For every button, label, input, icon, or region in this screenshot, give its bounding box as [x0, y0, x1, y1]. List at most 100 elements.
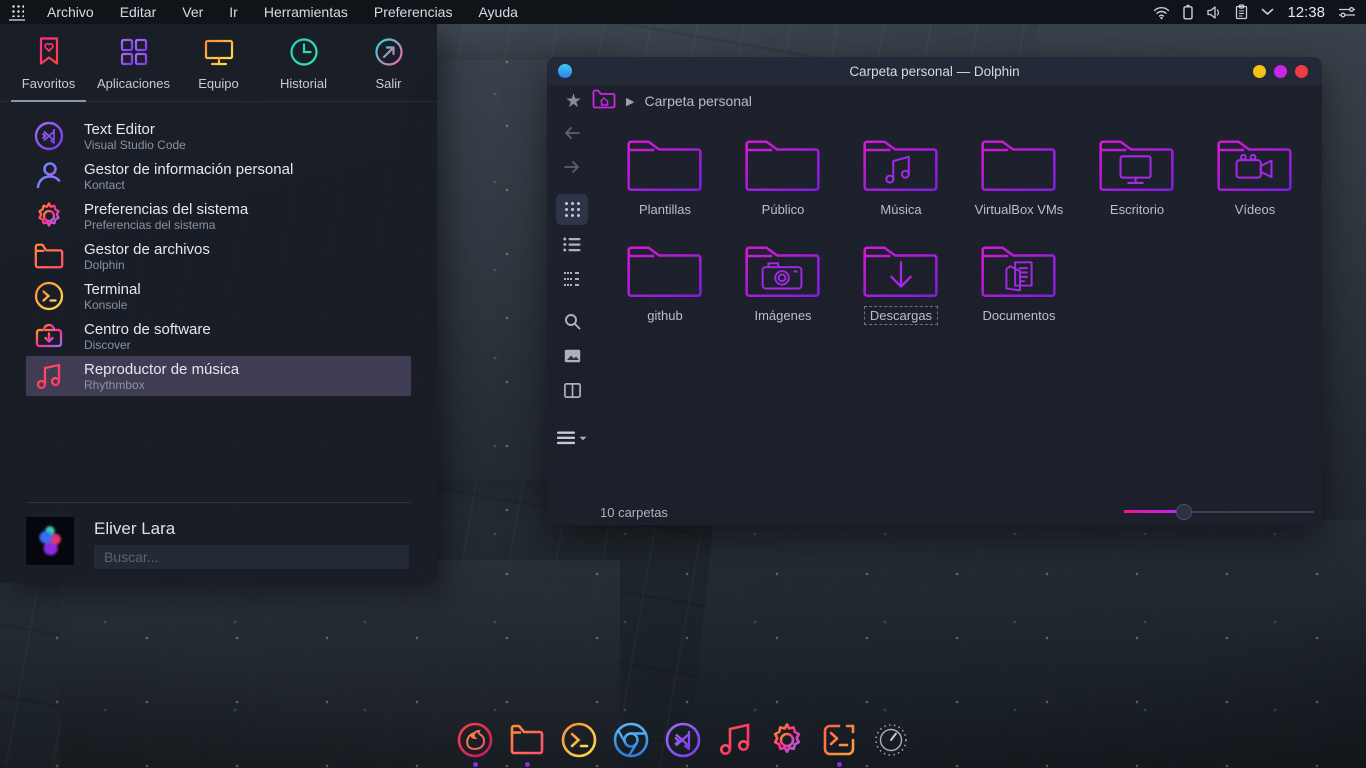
compact-view-icon [563, 271, 581, 287]
details-view-icon [563, 237, 581, 252]
tab-historial[interactable]: Historial [261, 36, 346, 101]
favorite-kontact[interactable]: Gestor de información personal Kontact [26, 156, 411, 196]
icons-view-button[interactable] [556, 194, 588, 226]
favorite-konsole[interactable]: Terminal Konsole [26, 276, 411, 316]
breadcrumb-location[interactable]: Carpeta personal [645, 93, 752, 109]
dock-chromium[interactable] [611, 720, 651, 767]
firefox-icon [455, 720, 495, 760]
favorite-title: Reproductor de música [84, 361, 239, 378]
breadcrumb-caret-icon: ▶ [626, 95, 634, 108]
menubar-items: Archivo Editar Ver Ir Herramientas Prefe… [34, 1, 531, 23]
tab-equipo[interactable]: Equipo [176, 36, 261, 101]
app-launcher-button[interactable] [0, 0, 34, 24]
dock-file-manager[interactable] [507, 720, 547, 767]
split-view-button[interactable] [556, 374, 588, 406]
search-input[interactable] [94, 545, 409, 569]
favorite-dolphin[interactable]: Gestor de archivos Dolphin [26, 236, 411, 276]
tab-salir[interactable]: Salir [346, 36, 431, 101]
zoom-slider[interactable] [1124, 504, 1314, 520]
favorite-title: Centro de software [84, 321, 211, 338]
clock[interactable]: 12:38 [1287, 4, 1325, 21]
wifi-icon[interactable] [1153, 5, 1170, 20]
menu-herramientas[interactable]: Herramientas [251, 1, 361, 23]
file-manager-icon [507, 720, 547, 760]
favorite-text-editor[interactable]: Text Editor Visual Studio Code [26, 116, 411, 156]
music-glyph [886, 157, 908, 183]
zoom-slider-handle[interactable] [1176, 504, 1192, 520]
dock-terminal-app[interactable] [819, 720, 859, 767]
avatar[interactable] [26, 517, 74, 565]
dock-rhythmbox[interactable] [715, 720, 755, 767]
favorite-text: Gestor de archivos Dolphin [84, 241, 210, 272]
zoom-slider-fill [1124, 510, 1177, 513]
volume-icon[interactable] [1206, 5, 1222, 20]
folder-publico[interactable]: Público [724, 135, 842, 219]
folder-plantillas[interactable]: Plantillas [606, 135, 724, 219]
favorite-subtitle: Preferencias del sistema [84, 218, 248, 232]
chevron-down-icon[interactable] [1261, 8, 1274, 16]
menu-archivo[interactable]: Archivo [34, 1, 107, 23]
bookmark-star-icon[interactable]: ★ [565, 92, 582, 111]
clipboard-icon[interactable] [1235, 4, 1248, 20]
favorite-rhythmbox[interactable]: Reproductor de música Rhythmbox [26, 356, 411, 396]
folder-label: Público [756, 200, 811, 219]
favorite-title: Text Editor [84, 121, 186, 138]
battery-icon[interactable] [1183, 4, 1193, 20]
home-folder-icon[interactable] [592, 89, 616, 114]
music-note-icon [32, 359, 66, 393]
folder-label: Imágenes [748, 306, 817, 325]
window-controls [1253, 65, 1322, 78]
icons-view-icon [564, 201, 581, 218]
person-icon [32, 159, 66, 193]
menu-ir[interactable]: Ir [216, 1, 251, 23]
app-launcher-panel: Favoritos Aplicaciones Equipo Historial [0, 24, 437, 583]
back-button[interactable] [556, 117, 588, 149]
global-menubar: Archivo Editar Ver Ir Herramientas Prefe… [0, 0, 1366, 24]
tab-aplicaciones[interactable]: Aplicaciones [91, 36, 176, 101]
folder-videos[interactable]: Vídeos [1196, 135, 1314, 219]
menu-preferencias[interactable]: Preferencias [361, 1, 466, 23]
vscode-icon [32, 119, 66, 153]
favorite-subtitle: Kontact [84, 178, 293, 192]
konsole-icon [559, 720, 599, 760]
software-bag-icon [32, 319, 66, 353]
folder-virtualbox-vms[interactable]: VirtualBox VMs [960, 135, 1078, 219]
dock-vscode[interactable] [663, 720, 703, 767]
forward-button[interactable] [556, 152, 588, 184]
folder-label: Descargas [864, 306, 938, 325]
dolphin-titlebar[interactable]: Carpeta personal — Dolphin [547, 57, 1322, 85]
maximize-button[interactable] [1274, 65, 1287, 78]
minimize-button[interactable] [1253, 65, 1266, 78]
folder-imagenes[interactable]: Imágenes [724, 241, 842, 325]
dock-settings[interactable] [767, 720, 807, 767]
folder-row-1: Plantillas Público Música VirtualBox VMs [606, 135, 1314, 241]
search-button[interactable] [556, 305, 588, 337]
terminal-circle-icon [32, 279, 66, 313]
favorite-system-settings[interactable]: Preferencias del sistema Preferencias de… [26, 196, 411, 236]
compact-view-button[interactable] [556, 263, 588, 295]
menu-ver[interactable]: Ver [169, 1, 216, 23]
back-icon [563, 126, 581, 140]
vscode-icon [663, 720, 703, 760]
favorite-discover[interactable]: Centro de software Discover [26, 316, 411, 356]
folder-musica[interactable]: Música [842, 135, 960, 219]
preview-button[interactable] [556, 340, 588, 372]
launcher-user-area: Eliver Lara [0, 502, 437, 569]
folder-escritorio[interactable]: Escritorio [1078, 135, 1196, 219]
dock-clock[interactable] [871, 720, 911, 767]
favorite-text: Gestor de información personal Kontact [84, 161, 293, 192]
details-view-button[interactable] [556, 228, 588, 260]
menu-ayuda[interactable]: Ayuda [465, 1, 530, 23]
tab-favoritos[interactable]: Favoritos [6, 36, 91, 101]
dock-konsole[interactable] [559, 720, 599, 767]
close-button[interactable] [1295, 65, 1308, 78]
folder-descargas[interactable]: Descargas [842, 241, 960, 325]
favorite-subtitle: Discover [84, 338, 211, 352]
folder-documentos[interactable]: Documentos [960, 241, 1078, 325]
launcher-active-indicator [9, 19, 25, 21]
dock-firefox[interactable] [455, 720, 495, 767]
menu-editar[interactable]: Editar [107, 1, 170, 23]
tray-settings-icon[interactable] [1338, 5, 1356, 19]
folder-github[interactable]: github [606, 241, 724, 325]
menu-button[interactable] [551, 423, 593, 455]
